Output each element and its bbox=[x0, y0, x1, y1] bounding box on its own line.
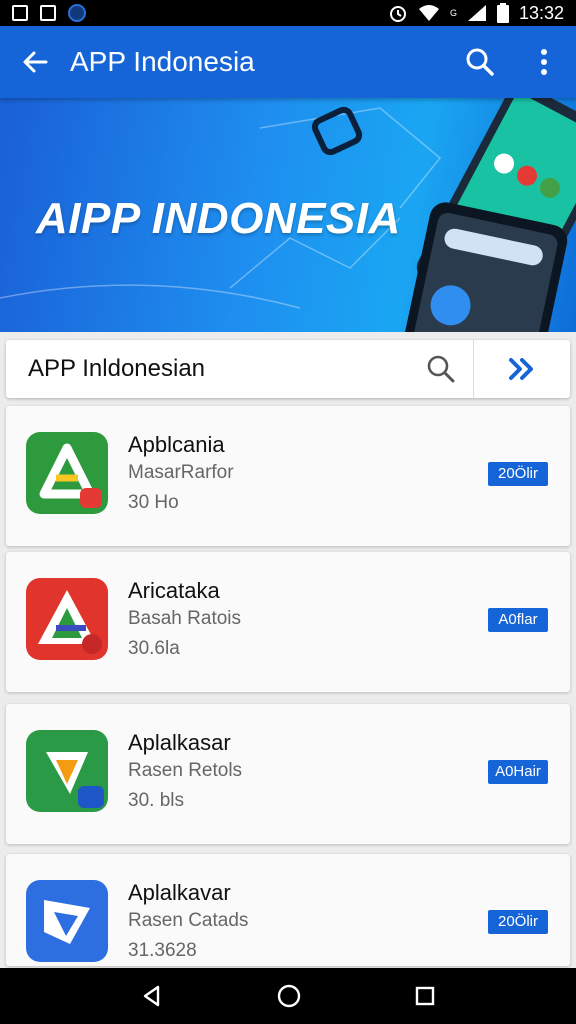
app-icon bbox=[26, 730, 108, 812]
navigation-bar bbox=[0, 968, 576, 1024]
app-meta: 31.3628 bbox=[128, 940, 197, 961]
list-item[interactable]: Apblcania MasarRarfor 30 Ho 20Ölir bbox=[6, 406, 570, 546]
back-button[interactable] bbox=[0, 26, 70, 98]
go-button[interactable] bbox=[474, 340, 570, 398]
page-title: APP Indonesia bbox=[70, 46, 255, 77]
wifi-icon bbox=[418, 5, 439, 21]
install-badge[interactable]: 20Ölir bbox=[488, 462, 548, 486]
image-notification-icon bbox=[40, 5, 56, 21]
app-notification-icon bbox=[68, 4, 86, 22]
banner-title: AIPP INDONESIA bbox=[36, 194, 401, 243]
app-icon bbox=[26, 880, 108, 962]
app-name: Aplalkasar bbox=[128, 730, 231, 755]
app-meta: 30 Ho bbox=[128, 492, 179, 513]
home-circle-icon[interactable] bbox=[276, 983, 302, 1009]
battery-icon bbox=[496, 3, 509, 23]
list-item[interactable]: Aplalkavar Rasen Catads 31.3628 20Ölir bbox=[6, 854, 570, 966]
network-type-label: G bbox=[449, 7, 457, 18]
install-badge[interactable]: A0flar bbox=[488, 608, 548, 632]
list-item[interactable]: Aplalkasar Rasen Retols 30. bls A0Hair bbox=[6, 704, 570, 844]
app-subtitle: Rasen Retols bbox=[128, 760, 243, 781]
search-icon bbox=[427, 355, 455, 383]
app-subtitle: Rasen Catads bbox=[128, 910, 249, 931]
app-name: Apblcania bbox=[128, 432, 225, 457]
app-subtitle: Basah Ratois bbox=[128, 608, 242, 629]
app-meta: 30. bls bbox=[128, 790, 184, 811]
arrow-back-icon bbox=[23, 51, 48, 73]
search-submit-button[interactable] bbox=[409, 340, 473, 398]
list-item[interactable]: Aricataka Basah Ratois 30.6la A0flar bbox=[6, 552, 570, 692]
app-icon bbox=[26, 432, 108, 514]
install-badge[interactable]: A0Hair bbox=[488, 760, 548, 784]
app-bar: APP Indonesia bbox=[0, 26, 576, 98]
search-icon bbox=[466, 48, 494, 76]
app-subtitle: MasarRarfor bbox=[128, 462, 234, 483]
promo-banner[interactable]: AIPP INDONESIA bbox=[0, 98, 576, 332]
search-button[interactable] bbox=[448, 26, 512, 98]
clock: 13:32 bbox=[518, 2, 564, 23]
cube-shape bbox=[311, 106, 363, 156]
app-meta: 30.6la bbox=[128, 638, 180, 659]
app-name: Aricataka bbox=[128, 578, 220, 603]
more-vert-icon bbox=[541, 49, 547, 75]
sim-notification-icon bbox=[12, 5, 28, 21]
recents-square-icon[interactable] bbox=[414, 985, 436, 1007]
search-input[interactable]: APP Inldonesian bbox=[6, 355, 409, 383]
alarm-icon bbox=[389, 6, 406, 22]
app-icon bbox=[26, 578, 108, 660]
overflow-menu-button[interactable] bbox=[512, 26, 576, 98]
back-triangle-icon[interactable] bbox=[140, 984, 164, 1008]
search-bar[interactable]: APP Inldonesian bbox=[6, 340, 570, 398]
app-name: Aplalkavar bbox=[128, 880, 231, 905]
double-chevron-right-icon bbox=[509, 358, 533, 380]
signal-icon bbox=[467, 5, 486, 21]
install-badge[interactable]: 20Ölir bbox=[488, 910, 548, 934]
status-bar: G 13:32 bbox=[0, 0, 576, 26]
